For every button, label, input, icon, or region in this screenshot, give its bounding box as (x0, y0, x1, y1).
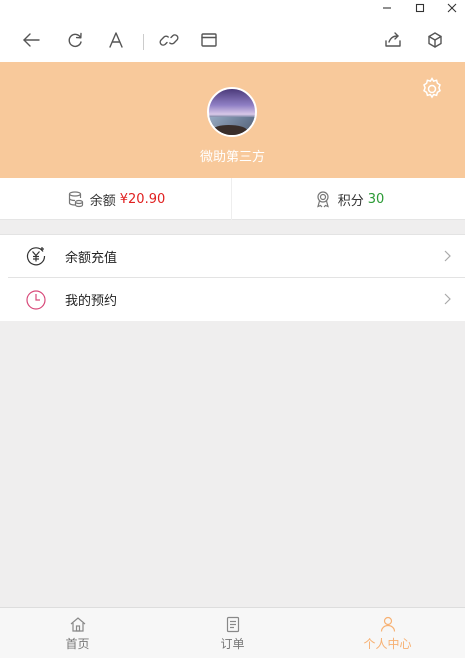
refresh-button[interactable] (61, 26, 89, 54)
share-icon (385, 32, 401, 47)
minimize-icon (383, 7, 391, 9)
balance-row: 余额 ¥20.90 积分 30 (0, 178, 465, 220)
window-icon (201, 33, 217, 47)
tab-home[interactable]: 首页 (0, 608, 155, 659)
cube-button[interactable] (421, 26, 449, 54)
app-window: 微助第三方 余额 ¥20.90 积分 30 余额充值 我的预约 首页 订单 个人… (0, 0, 465, 658)
balance-value: ¥20.90 (119, 191, 166, 207)
menu-item-appointment[interactable]: 我的预约 (8, 278, 465, 321)
chevron-right-icon (444, 293, 451, 305)
back-button[interactable] (17, 26, 45, 54)
tab-label: 个人中心 (363, 637, 412, 651)
menu-item-label: 余额充值 (65, 250, 118, 266)
minimize-button[interactable] (372, 0, 402, 16)
tab-profile[interactable]: 个人中心 (310, 608, 465, 659)
browser-toolbar (0, 16, 465, 62)
balance-label: 余额 (89, 193, 116, 209)
points-label: 积分 (337, 193, 364, 209)
close-icon (447, 3, 457, 13)
window-controls (0, 0, 465, 16)
share-button[interactable] (379, 26, 407, 54)
points-value: 30 (367, 191, 385, 207)
user-icon (380, 616, 395, 632)
maximize-icon (415, 3, 425, 13)
home-icon (70, 617, 85, 632)
link-button[interactable] (155, 26, 183, 54)
settings-gear-icon[interactable] (419, 76, 445, 102)
tab-orders[interactable]: 订单 (155, 608, 310, 659)
toolbar-divider (143, 34, 144, 50)
user-name: 微助第三方 (199, 150, 265, 165)
clock-icon (23, 287, 49, 313)
tab-label: 首页 (65, 637, 90, 651)
balance-cell[interactable]: 余额 ¥20.90 (0, 178, 232, 220)
profile-header: 微助第三方 (0, 62, 465, 178)
avatar[interactable] (207, 87, 257, 137)
maximize-button[interactable] (405, 0, 435, 16)
menu-item-recharge[interactable]: 余额充值 (8, 235, 465, 278)
coins-icon (68, 191, 83, 208)
cube-icon (428, 32, 442, 48)
bottom-tab-bar: 首页 订单 个人中心 (0, 607, 465, 658)
menu-item-label: 我的预约 (65, 294, 118, 309)
menu-list: 余额充值 我的预约 (0, 234, 465, 321)
close-button[interactable] (437, 0, 465, 16)
font-icon (109, 32, 123, 48)
yuan-recharge-icon (23, 243, 49, 269)
medal-icon (316, 191, 329, 208)
window-button[interactable] (195, 26, 223, 54)
tab-label: 订单 (220, 637, 245, 651)
link-icon (159, 34, 179, 46)
chevron-right-icon (444, 250, 451, 262)
avatar-rock (213, 125, 247, 135)
order-icon (226, 616, 239, 633)
font-button[interactable] (102, 26, 130, 54)
points-cell[interactable]: 积分 30 (233, 178, 465, 220)
refresh-icon (68, 32, 82, 48)
back-icon (23, 33, 40, 47)
